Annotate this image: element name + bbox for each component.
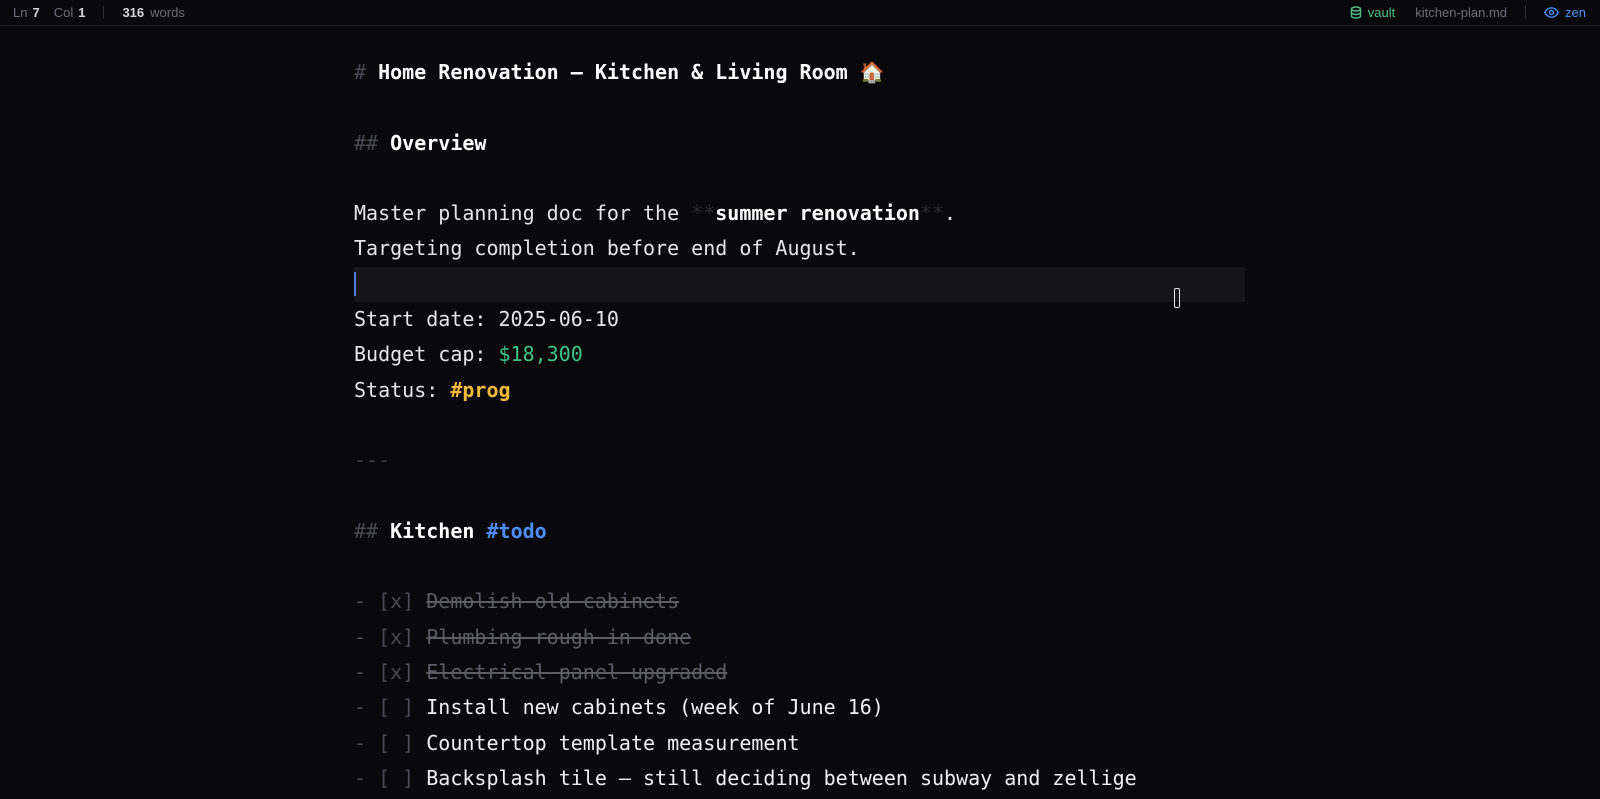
zen-mode-button[interactable]: zen xyxy=(1544,5,1586,20)
markdown-editor[interactable]: # Home Renovation — Kitchen & Living Roo… xyxy=(354,55,1245,796)
document-title: Home Renovation — Kitchen & Living Room xyxy=(378,60,848,84)
task-item[interactable]: - [x] Plumbing rough-in done xyxy=(354,620,1245,655)
task-checkbox[interactable]: [x] xyxy=(378,589,414,613)
file-name[interactable]: kitchen-plan.md xyxy=(1415,5,1507,20)
status-bar: Ln 7 Col 1 316 words vault kitchen-plan.… xyxy=(0,0,1600,26)
words-label: words xyxy=(150,5,185,20)
kitchen-heading: Kitchen xyxy=(390,518,475,543)
column-number: 1 xyxy=(78,5,86,20)
overview-heading: Overview xyxy=(390,130,487,155)
bold-marker-open: ** xyxy=(691,201,716,226)
horizontal-rule: --- xyxy=(354,448,391,473)
task-item[interactable]: - [x] Demolish old cabinets xyxy=(354,584,1245,619)
database-icon xyxy=(1350,6,1361,19)
task-item[interactable]: - [ ] Countertop template measurement xyxy=(354,726,1245,761)
heading-marker: # xyxy=(354,60,367,84)
mouse-cursor-ibeam xyxy=(1174,288,1180,308)
kitchen-tag[interactable]: #todo xyxy=(486,519,546,543)
intro-line-2[interactable]: Targeting completion before end of Augus… xyxy=(354,231,1245,266)
vault-label: vault xyxy=(1367,5,1396,20)
task-item[interactable]: - [ ] Install new cabinets (week of June… xyxy=(354,690,1245,725)
text-caret xyxy=(354,271,356,296)
heading-marker: ## xyxy=(354,518,379,543)
status-divider-right xyxy=(1525,6,1527,19)
task-item[interactable]: - [x] Electrical panel upgraded xyxy=(354,655,1245,690)
task-checkbox[interactable]: [x] xyxy=(378,660,414,684)
heading-1-line[interactable]: # Home Renovation — Kitchen & Living Roo… xyxy=(354,55,1245,90)
vault-indicator[interactable]: vault xyxy=(1350,5,1395,20)
intro-line[interactable]: Master planning doc for the **summer ren… xyxy=(354,196,1245,231)
start-date-value: 2025-06-10 xyxy=(498,307,619,332)
bold-marker-close: ** xyxy=(919,201,945,226)
heading-overview-line[interactable]: ## Overview xyxy=(354,126,1245,161)
blank-line[interactable] xyxy=(354,161,1245,196)
budget-label: Budget cap: xyxy=(354,342,499,367)
start-date-line[interactable]: Start date: 2025-06-10 xyxy=(354,302,1245,337)
list-bullet: - xyxy=(354,695,367,720)
list-bullet: - xyxy=(354,624,367,649)
task-item[interactable]: - [ ] Backsplash tile — still deciding b… xyxy=(354,761,1245,796)
eye-icon xyxy=(1544,7,1560,18)
task-text: Backsplash tile — still deciding between… xyxy=(426,765,1137,790)
status-line[interactable]: Status: #prog xyxy=(354,373,1245,408)
list-bullet: - xyxy=(354,730,367,755)
status-bar-right: vault kitchen-plan.md zen xyxy=(1350,0,1586,25)
status-tag[interactable]: #prog xyxy=(450,378,510,402)
blank-line[interactable] xyxy=(354,479,1245,514)
blank-line[interactable] xyxy=(354,549,1245,584)
intro-suffix: . xyxy=(944,201,957,226)
blank-line[interactable] xyxy=(354,408,1245,443)
task-text: Demolish old cabinets xyxy=(426,589,680,614)
task-text: Plumbing rough-in done xyxy=(426,624,692,649)
task-checkbox[interactable]: [ ] xyxy=(378,731,414,755)
task-text: Install new cabinets (week of June 16) xyxy=(426,695,884,720)
task-text: Countertop template measurement xyxy=(426,730,800,755)
list-bullet: - xyxy=(354,660,367,685)
task-checkbox[interactable]: [ ] xyxy=(378,766,414,790)
list-bullet: - xyxy=(354,589,367,614)
horizontal-rule-line[interactable]: --- xyxy=(354,443,1245,478)
budget-line[interactable]: Budget cap: $18,300 xyxy=(354,337,1245,372)
active-line[interactable] xyxy=(354,266,1245,303)
intro-line-2-text: Targeting completion before end of Augus… xyxy=(354,236,860,261)
line-label: Ln xyxy=(13,5,28,20)
task-checkbox[interactable]: [ ] xyxy=(378,695,414,719)
blank-line[interactable] xyxy=(354,90,1245,125)
column-label: Col xyxy=(53,5,74,20)
status-bar-left: Ln 7 Col 1 316 words xyxy=(13,0,185,25)
start-date-label: Start date: xyxy=(354,307,499,332)
heading-kitchen-line[interactable]: ## Kitchen #todo xyxy=(354,514,1245,549)
task-text: Electrical panel upgraded xyxy=(426,660,728,685)
intro-prefix: Master planning doc for the xyxy=(354,201,692,226)
line-number: 7 xyxy=(32,5,40,20)
status-label: Status: xyxy=(354,377,451,402)
word-count: 316 xyxy=(122,5,145,20)
zen-label: zen xyxy=(1565,5,1586,20)
list-bullet: - xyxy=(354,765,367,790)
bold-text: summer renovation xyxy=(715,201,920,226)
status-divider xyxy=(103,6,105,19)
house-icon: 🏠 xyxy=(859,60,885,84)
heading-marker: ## xyxy=(354,130,379,155)
task-checkbox[interactable]: [x] xyxy=(378,625,414,649)
budget-value: $18,300 xyxy=(498,342,583,367)
